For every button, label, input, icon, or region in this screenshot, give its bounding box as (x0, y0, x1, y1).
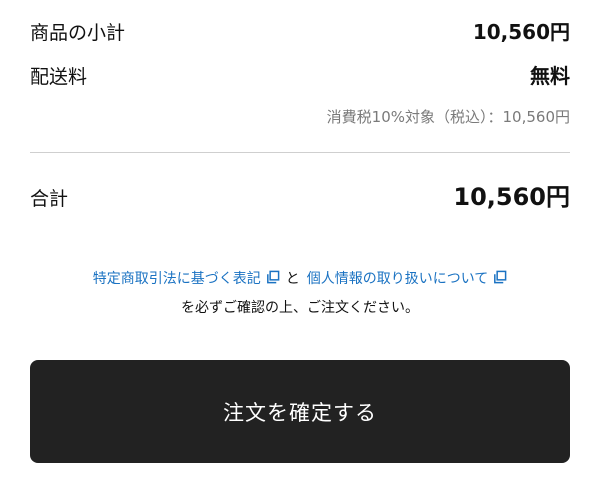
legal-links: 特定商取引法に基づく表記 と 個人情報の取り扱いについて (0, 268, 600, 288)
legal-note: を必ずご確認の上、ご注文ください。 (181, 300, 419, 316)
and-text: と (285, 271, 300, 287)
shipping-row: 配送料 無料 (30, 60, 570, 89)
shipping-label: 配送料 (30, 66, 88, 88)
commercial-transactions-link[interactable]: 特定商取引法に基づく表記 (93, 268, 280, 288)
commercial-transactions-link-label: 特定商取引法に基づく表記 (92, 271, 261, 287)
shipping-value: 無料 (530, 64, 570, 88)
subtotal-row: 商品の小計 10,560円 (30, 16, 570, 45)
confirm-order-button[interactable]: 注文を確定する (30, 360, 570, 463)
privacy-policy-link[interactable]: 個人情報の取り扱いについて (307, 268, 508, 288)
total-value: 10,560円 (453, 183, 570, 211)
tax-note: 消費税10%対象（税込）：10,560円 (326, 108, 570, 126)
external-copy-icon (266, 270, 280, 284)
external-copy-icon (494, 270, 507, 284)
subtotal-label: 商品の小計 (30, 22, 126, 44)
divider (30, 152, 570, 153)
privacy-policy-link-label: 個人情報の取り扱いについて (306, 271, 489, 287)
total-label: 合計 (30, 188, 69, 210)
total-row: 合計 10,560円 (30, 177, 570, 212)
subtotal-value: 10,560円 (472, 20, 570, 44)
